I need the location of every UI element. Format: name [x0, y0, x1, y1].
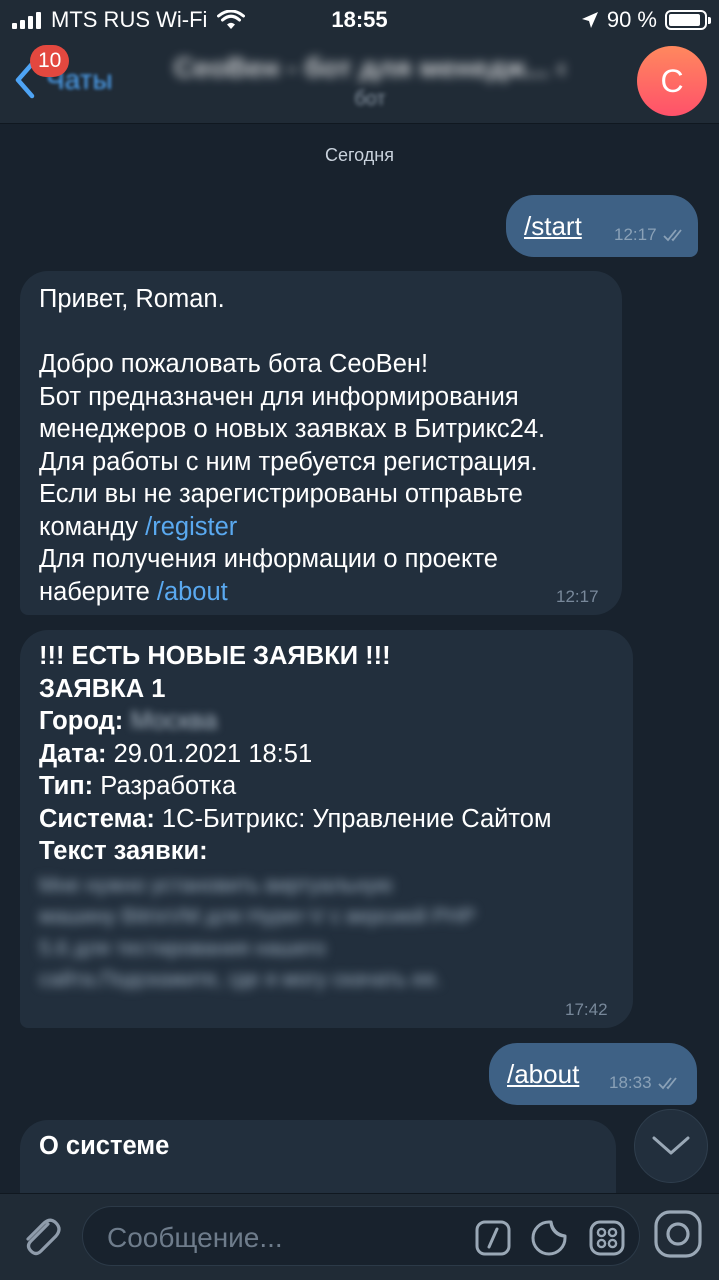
status-right: 90 % — [581, 7, 711, 33]
apps-icon[interactable] — [589, 1220, 625, 1256]
scroll-down-button[interactable] — [634, 1109, 708, 1183]
field-row: Город: Москва — [39, 705, 624, 738]
slash-icon[interactable] — [475, 1220, 511, 1256]
field-label: Тип: — [39, 772, 94, 800]
field-value: 29.01.2021 18:51 — [113, 739, 313, 768]
about-command-link[interactable]: /about — [157, 578, 228, 606]
message-placeholder: Сообщение... — [107, 1222, 283, 1253]
message-meta: 12:17 — [556, 587, 599, 607]
message-list[interactable]: Сегодня /start 12:17 Привет, Roman. Добр… — [0, 125, 719, 1193]
field-row: Текст заявки: — [39, 835, 624, 868]
double-check-icon — [662, 229, 682, 242]
text-fragment: наберите — [39, 577, 150, 606]
text-line: машину BitrixVM для Hyper-V с версией PH… — [39, 905, 476, 928]
text-fragment: команду — [39, 512, 139, 541]
text-line: 5.6 для тестирования нашего — [39, 936, 326, 960]
avatar[interactable]: C — [637, 46, 707, 116]
battery-icon — [665, 10, 711, 30]
message-body: Привет, Roman. Добро пожаловать бота Сео… — [39, 283, 609, 608]
chevron-down-icon — [652, 1136, 690, 1155]
message-outgoing[interactable]: /start 12:17 — [506, 195, 698, 257]
about-heading: О системе — [39, 1132, 170, 1160]
text-line: наберите /about — [39, 576, 609, 609]
request-subheading: ЗАЯВКА 1 — [39, 674, 166, 703]
paperclip-icon[interactable] — [18, 1214, 64, 1260]
text-line: Если вы не зарегистрированы отправьте — [39, 480, 523, 508]
text-line: менеджеров о новых заявках в Битрикс24. — [39, 415, 546, 443]
message-meta: 18:33 — [609, 1073, 682, 1093]
text-line: Бот предназначен для информирования — [39, 382, 519, 411]
text-line: Для получения информации о проекте — [39, 545, 498, 573]
field-label: Город: — [39, 707, 124, 735]
request-text: Мне нужно установить виртуальную машину … — [39, 870, 624, 996]
command-text[interactable]: /start — [524, 211, 582, 242]
sticker-icon[interactable] — [531, 1220, 567, 1256]
field-row: Дата: 29.01.2021 18:51 — [39, 738, 624, 771]
text-line: сайта.Подскажите, где я могу скачать ее. — [39, 968, 442, 991]
command-text[interactable]: /about — [507, 1059, 579, 1090]
message-time: 17:42 — [565, 1000, 608, 1019]
camera-circle-icon[interactable] — [654, 1210, 702, 1258]
field-label: Система: — [39, 804, 155, 833]
chat-header: Чаты 10 СеоВен - бот для менедж... ‹ бот… — [0, 40, 719, 124]
battery-percent: 90 % — [606, 7, 657, 32]
message-meta: 17:42 — [565, 1000, 608, 1020]
text-line: Добро пожаловать бота СеоВен! — [39, 350, 429, 378]
message-outgoing[interactable]: /about 18:33 — [489, 1043, 697, 1105]
message-time: 18:33 — [609, 1073, 652, 1092]
date-separator: Сегодня — [325, 145, 394, 165]
field-value: Разработка — [100, 772, 237, 800]
field-value: Москва — [130, 707, 218, 735]
register-command-link[interactable]: /register — [145, 513, 237, 541]
location-arrow-icon — [581, 12, 598, 28]
message-input[interactable]: Сообщение... — [82, 1206, 640, 1266]
message-body: !!! ЕСТЬ НОВЫЕ ЗАЯВКИ !!! ЗАЯВКА 1 Город… — [39, 640, 624, 996]
field-row: Система: 1С-Битрикс: Управление Сайтом — [39, 803, 624, 836]
text-line: Мне нужно установить виртуальную — [39, 873, 393, 897]
field-label: Текст заявки: — [39, 837, 208, 865]
unread-badge: 10 — [30, 45, 70, 77]
message-meta: 12:17 — [614, 225, 687, 245]
chat-subtitle: бот — [354, 88, 386, 110]
field-label: Дата: — [39, 739, 107, 768]
message-incoming[interactable]: Привет, Roman. Добро пожаловать бота Сео… — [20, 271, 622, 615]
status-bar: MTS RUS Wi-Fi 18:55 90 % — [0, 0, 719, 40]
message-time: 12:17 — [556, 587, 599, 606]
message-incoming[interactable]: !!! ЕСТЬ НОВЫЕ ЗАЯВКИ !!! ЗАЯВКА 1 Город… — [20, 630, 633, 1028]
composer: Сообщение... — [0, 1193, 719, 1280]
message-incoming[interactable]: О системе — [20, 1120, 616, 1193]
request-heading: !!! ЕСТЬ НОВЫЕ ЗАЯВКИ !!! — [39, 642, 391, 670]
double-check-icon — [657, 1077, 677, 1090]
text-line: Для работы с ним требуется регистрация. — [39, 447, 538, 476]
field-value: 1С-Битрикс: Управление Сайтом — [161, 804, 552, 833]
field-row: Тип: Разработка — [39, 770, 624, 803]
message-time: 12:17 — [614, 225, 657, 244]
text-line: команду /register — [39, 511, 609, 544]
greeting-line: Привет, Roman. — [39, 285, 225, 313]
chat-title[interactable]: СеоВен - бот для менедж... ‹ — [140, 52, 600, 84]
